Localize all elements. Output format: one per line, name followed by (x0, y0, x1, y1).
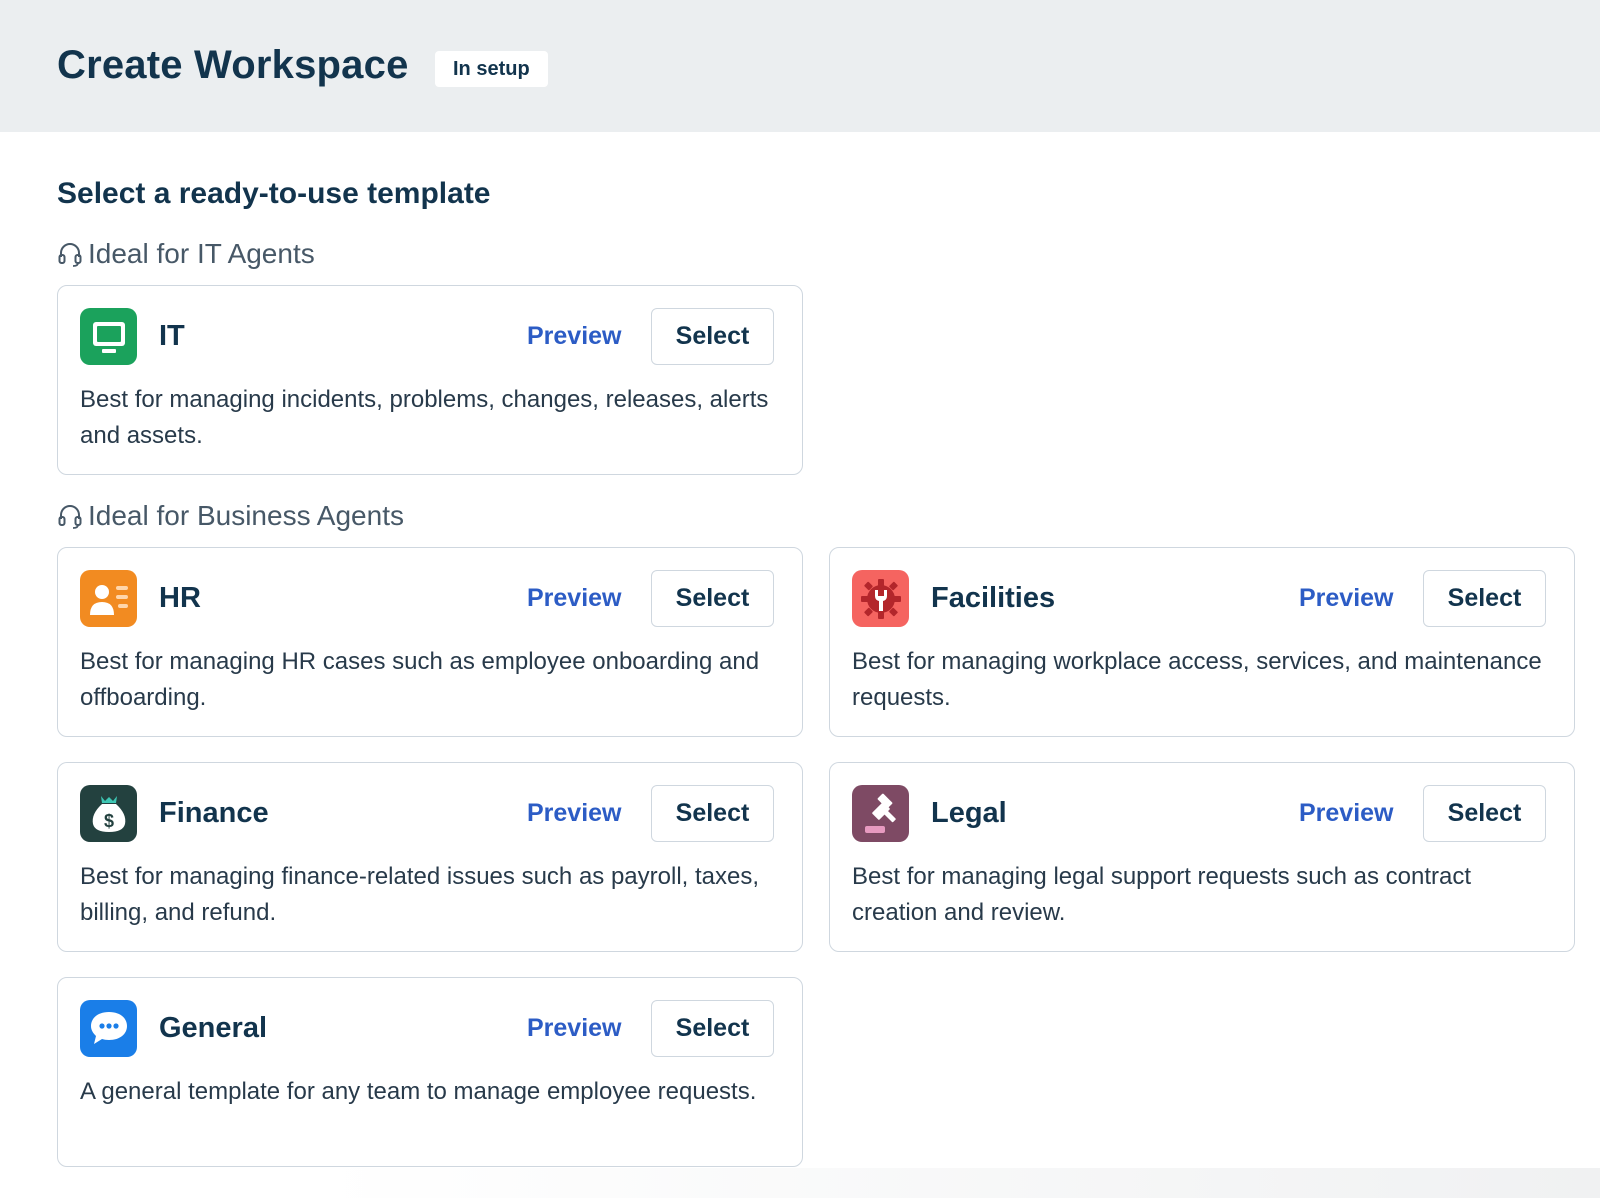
monitor-icon (80, 308, 137, 365)
gear-wrench-icon (852, 570, 909, 627)
template-card-hr: HR Preview Select Best for managing HR c… (57, 547, 803, 737)
preview-link-legal[interactable]: Preview (1299, 793, 1394, 833)
group-label-business-agents: Ideal for Business Agents (57, 498, 404, 534)
template-card-facilities: Facilities Preview Select Best for manag… (829, 547, 1575, 737)
money-bag-icon: $ (80, 785, 137, 842)
template-title: IT (159, 320, 185, 352)
template-title: Legal (931, 797, 1007, 829)
template-card-it: IT Preview Select Best for managing inci… (57, 285, 803, 475)
template-card-finance: $ Finance Preview Select Best for managi… (57, 762, 803, 952)
template-description: Best for managing workplace access, serv… (852, 648, 1542, 711)
template-description: Best for managing legal support requests… (852, 863, 1472, 926)
page-header: Create Workspace In setup (0, 0, 1600, 132)
template-description: Best for managing HR cases such as emplo… (80, 648, 760, 711)
svg-text:$: $ (103, 811, 113, 831)
select-button-facilities[interactable]: Select (1423, 570, 1546, 627)
template-title: HR (159, 582, 201, 614)
status-badge: In setup (435, 51, 548, 87)
select-button-legal[interactable]: Select (1423, 785, 1546, 842)
template-description: Best for managing incidents, problems, c… (80, 386, 769, 449)
select-button-it[interactable]: Select (651, 308, 774, 365)
page-title: Create Workspace (57, 43, 409, 87)
headset-icon (58, 243, 82, 267)
headset-icon (58, 505, 82, 529)
page-bottom-shadow (0, 1168, 1600, 1198)
template-card-legal: Legal Preview Select Best for managing l… (829, 762, 1575, 952)
select-button-hr[interactable]: Select (651, 570, 774, 627)
preview-link-general[interactable]: Preview (527, 1008, 622, 1048)
template-title: Finance (159, 797, 269, 829)
section-heading: Select a ready-to-use template (57, 177, 491, 210)
template-title: General (159, 1012, 267, 1044)
template-title: Facilities (931, 582, 1056, 614)
template-description: Best for managing finance-related issues… (80, 863, 760, 926)
id-card-icon (80, 570, 137, 627)
gavel-icon (852, 785, 909, 842)
template-description: A general template for any team to manag… (80, 1078, 757, 1105)
chat-bubble-icon (80, 1000, 137, 1057)
template-card-general: General Preview Select A general templat… (57, 977, 803, 1167)
preview-link-finance[interactable]: Preview (527, 793, 622, 833)
select-button-general[interactable]: Select (651, 1000, 774, 1057)
select-button-finance[interactable]: Select (651, 785, 774, 842)
group-label-text: Ideal for IT Agents (88, 238, 315, 269)
preview-link-hr[interactable]: Preview (527, 578, 622, 618)
preview-link-it[interactable]: Preview (527, 316, 622, 356)
group-label-text: Ideal for Business Agents (88, 500, 404, 531)
preview-link-facilities[interactable]: Preview (1299, 578, 1394, 618)
group-label-it-agents: Ideal for IT Agents (57, 236, 315, 272)
